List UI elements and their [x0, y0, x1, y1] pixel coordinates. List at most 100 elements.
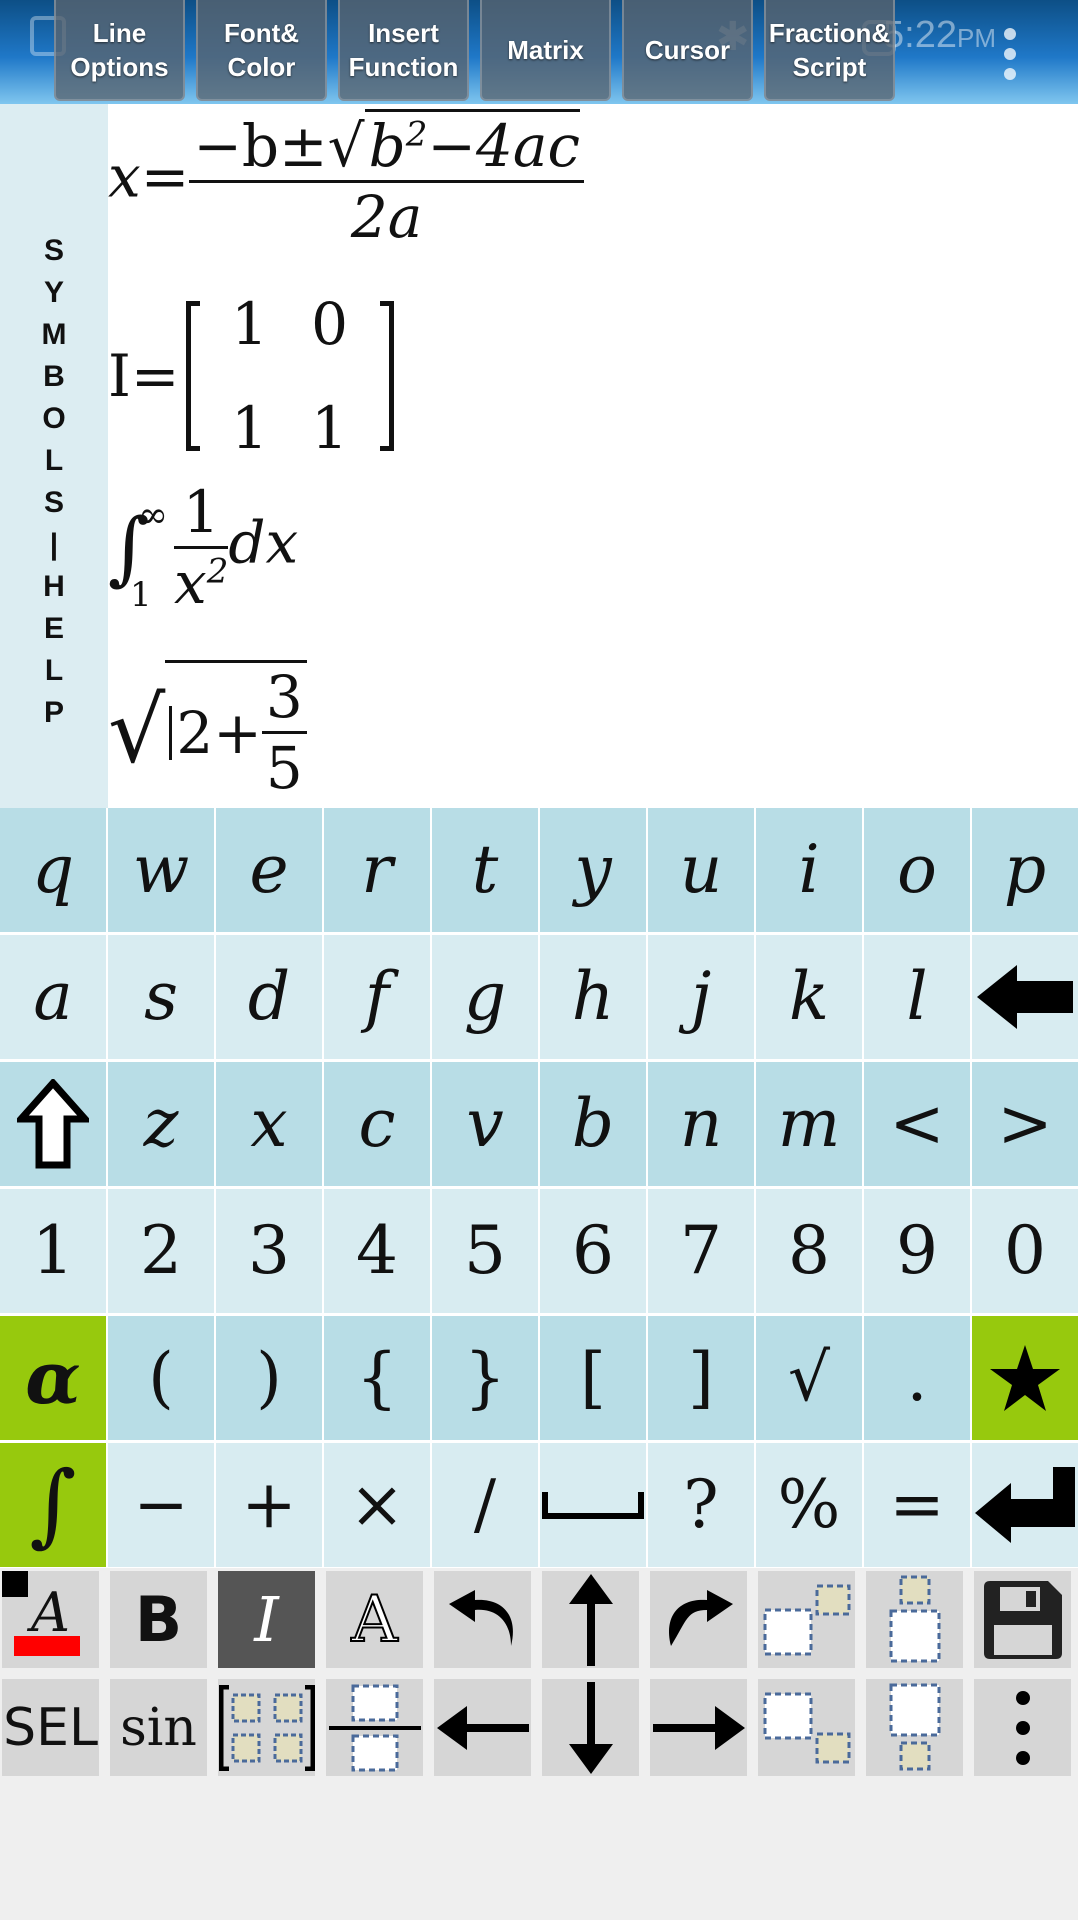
- insert-function-button[interactable]: Insert Function: [338, 0, 469, 101]
- select-button[interactable]: SEL: [2, 1679, 99, 1776]
- key-i[interactable]: i: [756, 808, 862, 932]
- under-script-button[interactable]: [866, 1679, 963, 1776]
- overscript-icon: [889, 1575, 940, 1662]
- subscript-button[interactable]: [758, 1679, 855, 1776]
- key-equals[interactable]: =: [864, 1443, 970, 1567]
- key-open-paren[interactable]: (: [108, 1316, 214, 1440]
- key-a[interactable]: a: [0, 935, 106, 1059]
- key-times[interactable]: ×: [324, 1443, 430, 1567]
- save-button[interactable]: [974, 1571, 1071, 1668]
- key-f[interactable]: f: [324, 935, 430, 1059]
- key-m[interactable]: m: [756, 1062, 862, 1186]
- key-d[interactable]: d: [216, 935, 322, 1059]
- key-l[interactable]: l: [864, 935, 970, 1059]
- key-minus[interactable]: −: [108, 1443, 214, 1567]
- enter-key[interactable]: [972, 1443, 1078, 1567]
- key-y[interactable]: y: [540, 808, 646, 932]
- symbols-help-label: SY MB OL S | HE LP: [41, 234, 67, 729]
- key-s[interactable]: s: [108, 935, 214, 1059]
- function-button[interactable]: sin: [110, 1679, 207, 1776]
- key-slash[interactable]: /: [432, 1443, 538, 1567]
- key-4[interactable]: 4: [324, 1189, 430, 1313]
- key-8[interactable]: 8: [756, 1189, 862, 1313]
- text-color-button[interactable]: A: [2, 1571, 99, 1668]
- sqrt-key[interactable]: √: [756, 1316, 862, 1440]
- key-2[interactable]: 2: [108, 1189, 214, 1313]
- enter-arrow-icon: [975, 1467, 1075, 1543]
- key-h[interactable]: h: [540, 935, 646, 1059]
- font-style-button[interactable]: A: [326, 1571, 423, 1668]
- key-k[interactable]: k: [756, 935, 862, 1059]
- greek-alpha-key[interactable]: α: [0, 1316, 106, 1440]
- key-percent[interactable]: %: [756, 1443, 862, 1567]
- equation-editor[interactable]: x= −b±√b2−4ac 2a I= 10 11 ∫ ∞ 1 1 x2 dx: [108, 104, 1078, 808]
- key-period[interactable]: .: [864, 1316, 970, 1440]
- more-options-button[interactable]: [974, 1679, 1071, 1776]
- key-g[interactable]: g: [432, 935, 538, 1059]
- key-close-paren[interactable]: ): [216, 1316, 322, 1440]
- key-3[interactable]: 3: [216, 1189, 322, 1313]
- key-o[interactable]: o: [864, 808, 970, 932]
- key-0[interactable]: 0: [972, 1189, 1078, 1313]
- formatting-toolbar: A B I A SEL sin: [0, 1568, 1078, 1778]
- key-c[interactable]: c: [324, 1062, 430, 1186]
- key-n[interactable]: n: [648, 1062, 754, 1186]
- matrix-equation: I= 10 11: [108, 290, 394, 462]
- key-9[interactable]: 9: [864, 1189, 970, 1313]
- key-open-brace[interactable]: {: [324, 1316, 430, 1440]
- key-p[interactable]: p: [972, 808, 1078, 932]
- key-plus[interactable]: +: [216, 1443, 322, 1567]
- menu-buttons: Line Options Font& Color Insert Function…: [54, 0, 895, 101]
- key-question[interactable]: ?: [648, 1443, 754, 1567]
- key-v[interactable]: v: [432, 1062, 538, 1186]
- key-7[interactable]: 7: [648, 1189, 754, 1313]
- cursor-left-button[interactable]: [434, 1679, 531, 1776]
- key-close-brace[interactable]: }: [432, 1316, 538, 1440]
- cursor-right-button[interactable]: [650, 1679, 747, 1776]
- insert-fraction-button[interactable]: [326, 1679, 423, 1776]
- space-key[interactable]: [540, 1443, 646, 1567]
- key-r[interactable]: r: [324, 808, 430, 932]
- key-x[interactable]: x: [216, 1062, 322, 1186]
- bold-button[interactable]: B: [110, 1571, 207, 1668]
- cursor-button[interactable]: Cursor: [622, 0, 753, 101]
- shift-key[interactable]: [0, 1062, 106, 1186]
- underscript-icon: [889, 1683, 940, 1770]
- key-open-bracket[interactable]: [: [540, 1316, 646, 1440]
- key-z[interactable]: z: [108, 1062, 214, 1186]
- key-e[interactable]: e: [216, 808, 322, 932]
- cursor-down-button[interactable]: [542, 1679, 639, 1776]
- redo-button[interactable]: [650, 1571, 747, 1668]
- key-b[interactable]: b: [540, 1062, 646, 1186]
- over-script-button[interactable]: [866, 1571, 963, 1668]
- key-greater-than[interactable]: >: [972, 1062, 1078, 1186]
- key-close-bracket[interactable]: ]: [648, 1316, 754, 1440]
- symbols-help-tab[interactable]: SY MB OL S | HE LP: [0, 104, 108, 808]
- key-w[interactable]: w: [108, 808, 214, 932]
- italic-button[interactable]: I: [218, 1571, 315, 1668]
- insert-matrix-button[interactable]: [218, 1679, 315, 1776]
- math-keyboard: q w e r t y u i o p a s d f g h j k l z …: [0, 808, 1078, 1568]
- overflow-menu-icon[interactable]: [1004, 28, 1018, 88]
- undo-button[interactable]: [434, 1571, 531, 1668]
- integral-key[interactable]: ∫: [0, 1443, 106, 1567]
- font-color-button[interactable]: Font& Color: [196, 0, 327, 101]
- cursor-up-button[interactable]: [542, 1571, 639, 1668]
- key-q[interactable]: q: [0, 808, 106, 932]
- arrow-right-icon: [652, 1705, 745, 1750]
- fraction-script-button[interactable]: Fraction& Script: [764, 0, 895, 101]
- key-less-than[interactable]: <: [864, 1062, 970, 1186]
- superscript-button[interactable]: [758, 1571, 855, 1668]
- key-5[interactable]: 5: [432, 1189, 538, 1313]
- matrix-template-icon: [218, 1684, 315, 1771]
- line-options-button[interactable]: Line Options: [54, 0, 185, 101]
- matrix-button[interactable]: Matrix: [480, 0, 611, 101]
- key-6[interactable]: 6: [540, 1189, 646, 1313]
- key-j[interactable]: j: [648, 935, 754, 1059]
- color-letter: A: [31, 1581, 70, 1644]
- key-1[interactable]: 1: [0, 1189, 106, 1313]
- favorites-star-key[interactable]: [972, 1316, 1078, 1440]
- key-u[interactable]: u: [648, 808, 754, 932]
- backspace-key[interactable]: [972, 935, 1078, 1059]
- key-t[interactable]: t: [432, 808, 538, 932]
